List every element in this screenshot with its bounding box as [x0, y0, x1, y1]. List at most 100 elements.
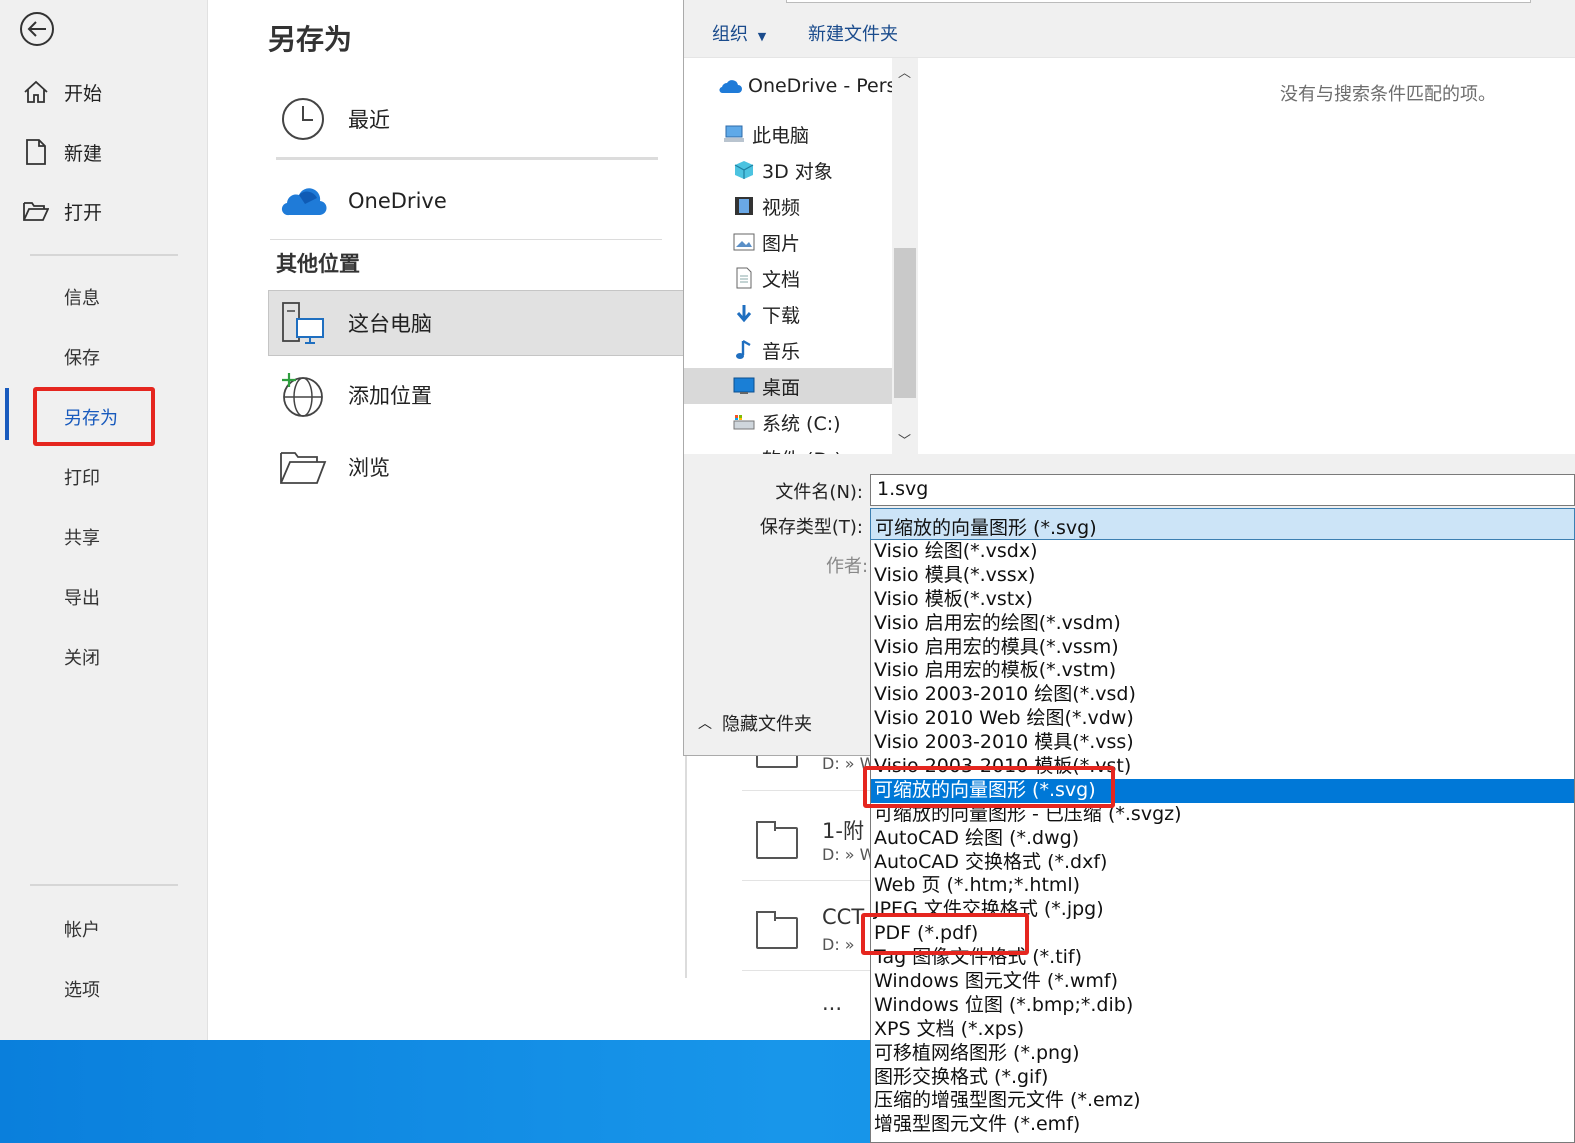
save-type-option[interactable]: Windows 图元文件 (*.wmf)	[871, 970, 1574, 994]
back-arrow-icon[interactable]	[20, 12, 54, 46]
tree-item-videos[interactable]: 视频	[684, 188, 892, 224]
filename-input[interactable]: 1.svg	[870, 474, 1575, 506]
save-type-option[interactable]: XPS 文档 (*.xps)	[871, 1018, 1574, 1042]
navigation-tree: OneDrive - Perso 此电脑 3D 对象 视频 图片 文档 下载	[684, 58, 892, 454]
music-note-icon	[732, 339, 756, 361]
save-type-option[interactable]: Visio 2003-2010 绘图(*.vsd)	[871, 683, 1574, 707]
nav-item-close[interactable]: 关闭	[64, 644, 100, 670]
new-folder-button[interactable]: 新建文件夹	[808, 20, 898, 46]
tree-item-pictures[interactable]: 图片	[684, 224, 892, 260]
save-type-dropdown-list[interactable]: Visio 绘图(*.vsdx) Visio 模具(*.vssx) Visio 模板…	[870, 540, 1575, 1143]
tree-item-3d-objects[interactable]: 3D 对象	[684, 152, 892, 188]
location-onedrive[interactable]: OneDrive	[278, 176, 447, 226]
document-icon	[732, 267, 756, 289]
tree-item-label: OneDrive - Perso	[748, 75, 892, 97]
tree-item-label: 系统 (C:)	[762, 412, 841, 435]
nav-home[interactable]: 开始	[22, 72, 102, 112]
recent-file-name: 1-附	[822, 819, 864, 843]
recent-file-path: D: » W	[822, 754, 876, 773]
save-type-select[interactable]: 可缩放的向量图形 (*.svg)	[870, 508, 1575, 540]
panel-divider	[685, 756, 687, 978]
save-type-option[interactable]: 可缩放的向量图形 (*.svg)	[871, 778, 1574, 803]
recent-file-row[interactable]: 1-附 D: » W	[742, 790, 882, 880]
open-folder-icon	[22, 197, 50, 225]
tree-item-music[interactable]: 音乐	[684, 332, 892, 368]
computer-icon	[722, 123, 746, 145]
scroll-down-icon[interactable]: ﹀	[898, 430, 911, 449]
save-type-option[interactable]: PDF (*.pdf)	[871, 922, 1574, 946]
save-type-option[interactable]: Visio 绘图(*.vsdx)	[871, 540, 1574, 564]
recent-divider	[276, 157, 658, 160]
tree-item-downloads[interactable]: 下载	[684, 296, 892, 332]
tree-item-drive-d[interactable]: 软件 (D:)	[684, 440, 892, 455]
nav-new[interactable]: 新建	[22, 132, 102, 172]
computer-icon	[278, 298, 328, 348]
recent-file-path: D: » W	[822, 845, 876, 864]
filename-label: 文件名(N):	[775, 482, 863, 503]
tree-scrollbar[interactable]: ︿ ﹀	[892, 58, 918, 454]
download-arrow-icon	[732, 303, 756, 325]
save-type-option[interactable]: Visio 模板(*.vstx)	[871, 588, 1574, 612]
backstage-nav: 开始 新建 打开 信息 保存 另存为 打印 共享 导出 关闭 帐户 选项	[0, 0, 208, 1040]
recent-file-row[interactable]: ...	[742, 970, 882, 1040]
recent-file-row[interactable]: CCT D: »	[742, 880, 882, 970]
section-divider	[270, 239, 662, 240]
recent-file-name: CCT	[822, 905, 865, 929]
save-type-label: 保存类型(T):	[759, 517, 863, 538]
chevron-up-icon: ︿	[698, 716, 712, 732]
save-type-option[interactable]: Visio 启用宏的模具(*.vssm)	[871, 636, 1574, 660]
nav-item-options[interactable]: 选项	[64, 976, 100, 1002]
tree-item-label: 文档	[762, 268, 801, 291]
save-type-option[interactable]: Visio 启用宏的绘图(*.vsdm)	[871, 612, 1574, 636]
scroll-up-icon[interactable]: ︿	[898, 62, 911, 81]
save-type-option[interactable]: Visio 启用宏的模板(*.vstm)	[871, 659, 1574, 683]
scrollbar-thumb[interactable]	[894, 248, 916, 398]
location-this-pc[interactable]: 这台电脑	[278, 298, 432, 348]
3d-cube-icon	[732, 159, 756, 181]
save-type-option[interactable]: AutoCAD 绘图 (*.dwg)	[871, 827, 1574, 851]
nav-item-share[interactable]: 共享	[64, 524, 100, 550]
new-document-icon	[22, 138, 50, 166]
save-type-option[interactable]: 可移植网络图形 (*.png)	[871, 1042, 1574, 1066]
watermark: CSDN @Maann	[1352, 1096, 1563, 1129]
save-type-option[interactable]: Visio 2003-2010 模具(*.vss)	[871, 731, 1574, 755]
tree-item-this-pc[interactable]: 此电脑	[684, 116, 892, 152]
tree-item-label: 音乐	[762, 340, 801, 363]
save-type-option[interactable]: Tag 图像文件格式 (*.tif)	[871, 946, 1574, 970]
desktop-icon	[732, 375, 756, 397]
save-type-option[interactable]: Visio 模具(*.vssx)	[871, 564, 1574, 588]
save-type-option[interactable]: AutoCAD 交换格式 (*.dxf)	[871, 851, 1574, 875]
save-type-option[interactable]: JPEG 文件交换格式 (*.jpg)	[871, 898, 1574, 922]
location-add[interactable]: 添加位置	[278, 370, 432, 420]
save-type-option[interactable]: 可缩放的向量图形 - 已压缩 (*.svgz)	[871, 803, 1574, 827]
tree-item-desktop[interactable]: 桌面	[684, 368, 892, 404]
nav-home-label: 开始	[64, 82, 103, 105]
folder-icon	[756, 911, 798, 949]
location-add-label: 添加位置	[348, 384, 432, 408]
globe-add-icon	[278, 370, 328, 420]
save-type-option[interactable]: Visio 2003-2010 模板(*.vst)	[871, 755, 1574, 779]
nav-item-save-as[interactable]: 另存为	[64, 404, 118, 430]
nav-item-save[interactable]: 保存	[64, 344, 100, 370]
save-type-option[interactable]: 图形交换格式 (*.gif)	[871, 1066, 1574, 1090]
nav-item-info[interactable]: 信息	[64, 284, 100, 310]
tree-item-drive-c[interactable]: 系统 (C:)	[684, 404, 892, 440]
drive-icon	[732, 411, 756, 433]
save-type-option[interactable]: Web 页 (*.htm;*.html)	[871, 874, 1574, 898]
nav-item-account[interactable]: 帐户	[64, 916, 100, 942]
nav-open[interactable]: 打开	[22, 191, 102, 231]
tree-item-documents[interactable]: 文档	[684, 260, 892, 296]
tree-item-onedrive[interactable]: OneDrive - Perso	[684, 68, 892, 104]
save-type-option[interactable]: Visio 2010 Web 绘图(*.vdw)	[871, 707, 1574, 731]
save-type-option[interactable]: Windows 位图 (*.bmp;*.dib)	[871, 994, 1574, 1018]
tree-item-label: 下载	[762, 304, 801, 327]
location-recent[interactable]: 最近	[278, 94, 390, 144]
author-label: 作者:	[826, 556, 869, 577]
hide-folders-toggle[interactable]: ︿ 隐藏文件夹	[698, 710, 812, 736]
nav-item-export[interactable]: 导出	[64, 584, 100, 610]
drive-icon	[732, 447, 756, 454]
organize-button[interactable]: 组织 ▼	[712, 20, 766, 46]
nav-item-print[interactable]: 打印	[64, 464, 100, 490]
location-browse[interactable]: 浏览	[278, 442, 390, 492]
home-icon	[22, 78, 50, 106]
